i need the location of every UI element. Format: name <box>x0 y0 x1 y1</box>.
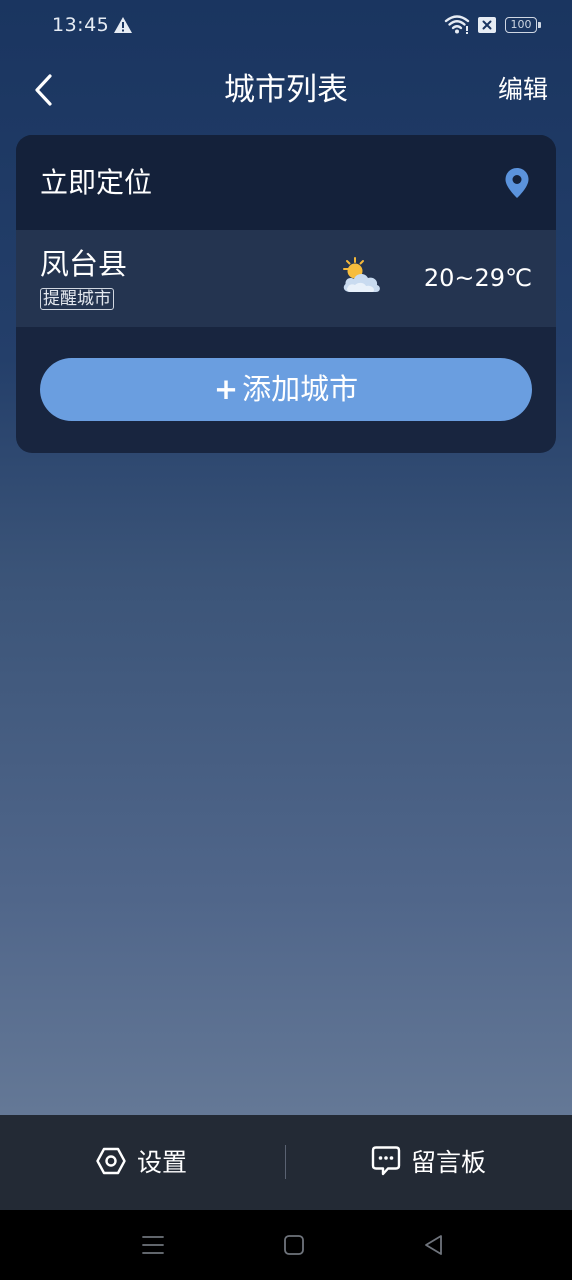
city-row[interactable]: 凤台县 提醒城市 20~29℃ <box>16 230 556 327</box>
plus-icon: + <box>213 372 239 406</box>
city-list-card: 立即定位 凤台县 提醒城市 20~29℃ + 添加城市 <box>16 135 556 453</box>
gear-icon <box>96 1147 126 1175</box>
system-nav-bar <box>0 1210 572 1280</box>
menu-icon[interactable] <box>140 1232 166 1258</box>
bottom-bar: 设置 留言板 <box>0 1115 572 1210</box>
city-name: 凤台县 <box>40 247 128 281</box>
temperature-range: 20~29℃ <box>423 264 532 292</box>
warning-icon <box>114 17 132 33</box>
partly-cloudy-icon <box>343 257 380 292</box>
add-city-label: 添加城市 <box>242 372 359 406</box>
status-bar: 13:45 100 <box>0 0 572 50</box>
battery-level: 100 <box>510 18 532 31</box>
edit-button[interactable]: 编辑 <box>498 72 548 108</box>
battery-icon: 100 <box>505 17 537 33</box>
wifi-icon <box>444 15 470 34</box>
message-board-label: 留言板 <box>411 1148 487 1177</box>
settings-label: 设置 <box>137 1148 188 1177</box>
back-triangle-icon[interactable] <box>421 1232 447 1258</box>
locate-now-label: 立即定位 <box>40 166 153 199</box>
add-city-button[interactable]: + 添加城市 <box>40 358 532 421</box>
no-sim-icon <box>478 17 496 33</box>
battery-tip <box>538 22 541 28</box>
home-icon[interactable] <box>281 1232 307 1258</box>
page-title: 城市列表 <box>224 72 348 108</box>
reminder-city-badge: 提醒城市 <box>40 288 114 310</box>
bottom-bar-divider <box>285 1145 286 1179</box>
location-pin-icon <box>505 168 529 198</box>
message-bubble-icon <box>371 1146 401 1176</box>
app-header: 城市列表 编辑 <box>0 60 572 120</box>
locate-now-row[interactable]: 立即定位 <box>16 135 556 230</box>
status-time: 13:45 <box>52 14 110 36</box>
